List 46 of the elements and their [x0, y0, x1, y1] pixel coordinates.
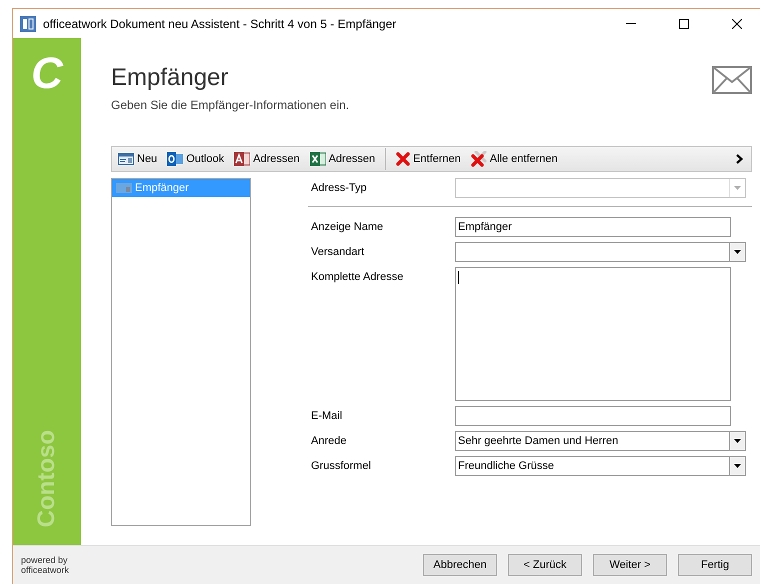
window-title: officeatwork Dokument neu Assistent - Schritt 4 von 5 - Empfänger [43, 16, 398, 30]
toolbar-button[interactable]: Adressen [232, 149, 302, 169]
dropdown-arrow-icon [734, 186, 741, 190]
field-label: E-Mail [311, 409, 344, 422]
logo: C [31, 52, 63, 96]
chevron-right-icon [736, 154, 743, 164]
field-label: Komplette Adresse [311, 270, 404, 283]
field-label: Adress-Typ [311, 181, 368, 194]
toolbar-button[interactable]: Neu [116, 149, 160, 169]
dropdown-arrow-icon [734, 250, 741, 254]
field-label: Grussformel [311, 459, 372, 472]
wizard-button[interactable]: Weiter > [593, 554, 667, 576]
mail-app-icon [167, 151, 184, 167]
dropdown-field[interactable] [455, 242, 746, 262]
address-textarea[interactable] [455, 267, 731, 401]
spreadsheet-app-icon [310, 151, 326, 167]
toolbar-button[interactable]: Entfernen [394, 149, 463, 169]
dropdown-arrow-icon [734, 439, 741, 443]
page-title: Empfänger [111, 64, 230, 92]
toolbar-button[interactable]: Alle entfernen [468, 149, 560, 169]
field-label: Anrede [311, 434, 348, 447]
field-label: Anzeige Name [311, 220, 384, 233]
field-label: Versandart [311, 245, 366, 258]
app-icon [20, 16, 36, 32]
dropdown-field[interactable]: Freundliche Grüsse [455, 456, 746, 476]
database-app-icon [234, 151, 250, 167]
card-icon [116, 183, 132, 193]
text-field[interactable] [455, 406, 731, 426]
wizard-button[interactable]: Fertig [678, 554, 752, 576]
dropdown-field[interactable]: Sehr geehrte Damen und Herren [455, 431, 746, 451]
toolbar-button[interactable]: Adressen [308, 149, 378, 169]
envelope-icon [712, 66, 752, 94]
dropdown-arrow-icon [734, 464, 741, 468]
card-icon [118, 153, 134, 165]
close-icon[interactable] [732, 18, 742, 28]
toolbar-button[interactable]: Outlook [165, 149, 226, 169]
delete-all-icon [470, 151, 487, 167]
brand-name: Contoso [33, 430, 61, 527]
powered-by-text: powered by [21, 555, 69, 565]
wizard-button[interactable]: Abbrechen [423, 554, 497, 576]
delete-icon [396, 152, 410, 166]
text-field[interactable]: Empfänger [455, 217, 731, 237]
maximize-icon[interactable] [679, 18, 689, 28]
wizard-button[interactable]: < Zurück [508, 554, 582, 576]
page-subtitle: Geben Sie die Empfänger-Informationen ein. [111, 98, 350, 112]
vendor-name: officeatwork [21, 565, 69, 575]
